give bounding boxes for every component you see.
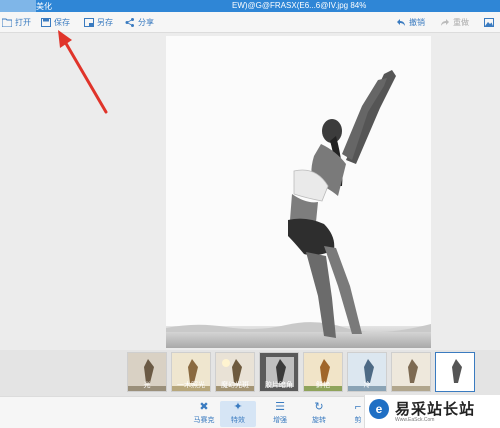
- image-icon: [484, 18, 494, 27]
- undo-button[interactable]: 撤销: [396, 16, 425, 29]
- undo-label: 撤销: [409, 18, 425, 27]
- save-icon: [41, 18, 51, 27]
- app-name: 美化: [36, 2, 52, 11]
- site-logo-icon: e: [369, 399, 389, 419]
- site-watermark: e 易采站长站 Www.EaSck.Com: [364, 395, 500, 428]
- mosaic-icon: ✖: [199, 401, 209, 413]
- edited-photo[interactable]: [166, 36, 431, 348]
- share-label: 分享: [138, 18, 154, 27]
- save-label: 保存: [54, 18, 70, 27]
- filter-label: 冷: [363, 382, 371, 389]
- filter-strip: 光 一木照光 魔幻光斑 胶片暗角 鲜艳 冷: [0, 350, 500, 396]
- effects-label: 特效: [231, 417, 245, 424]
- filter-thumb[interactable]: 魔幻光斑: [215, 352, 255, 392]
- mosaic-button[interactable]: ✖ 马赛克: [186, 401, 222, 427]
- filter-thumb[interactable]: 冷: [347, 352, 387, 392]
- image-view-button[interactable]: [484, 16, 497, 29]
- rotate-button[interactable]: ↻ 旋转: [301, 401, 337, 427]
- sliders-icon: ☰: [275, 401, 285, 413]
- enhance-button[interactable]: ☰ 增强: [262, 401, 298, 427]
- effects-button[interactable]: ✦ 特效: [220, 401, 256, 427]
- top-toolbar: 打开 保存 另存 分享 撤销 重做: [0, 12, 500, 33]
- redo-icon: [441, 19, 449, 26]
- filter-label: 一木照光: [177, 382, 205, 389]
- share-icon: [125, 18, 134, 27]
- undo-icon: [397, 19, 405, 26]
- rotate-label: 旋转: [312, 417, 326, 424]
- save-as-icon: [84, 18, 94, 27]
- window-title: EW)@G@FRASX(E6...6@IV.jpg 84%: [232, 1, 367, 10]
- filter-thumb[interactable]: 光: [127, 352, 167, 392]
- site-name: 易采站长站: [395, 401, 476, 418]
- open-button[interactable]: 打开: [2, 16, 31, 29]
- save-as-label: 另存: [97, 18, 113, 27]
- yoga-figure-image: [166, 36, 431, 348]
- redo-label: 重做: [453, 18, 469, 27]
- save-as-button[interactable]: 另存: [84, 16, 113, 29]
- filter-thumb[interactable]: 鲜艳: [303, 352, 343, 392]
- mosaic-label: 马赛克: [193, 417, 215, 424]
- site-url: Www.EaSck.Com: [395, 417, 435, 423]
- magic-wand-icon: ✦: [233, 401, 243, 413]
- filter-label: 鲜艳: [316, 382, 330, 389]
- share-button[interactable]: 分享: [125, 16, 154, 29]
- enhance-label: 增强: [273, 417, 287, 424]
- canvas-area: [0, 33, 500, 350]
- title-bar: 美化 EW)@G@FRASX(E6...6@IV.jpg 84%: [0, 0, 500, 12]
- open-label: 打开: [15, 18, 31, 27]
- filter-thumb[interactable]: [391, 352, 431, 392]
- filter-label: 胶片暗角: [265, 382, 293, 389]
- filter-thumb[interactable]: 一木照光: [171, 352, 211, 392]
- filter-thumb[interactable]: 胶片暗角: [259, 352, 299, 392]
- filter-label: 光: [143, 382, 151, 389]
- filter-thumb-selected[interactable]: [435, 352, 475, 392]
- save-button[interactable]: 保存: [41, 16, 70, 29]
- app-logo: [0, 0, 36, 12]
- filter-label: 魔幻光斑: [221, 382, 249, 389]
- folder-icon: [2, 18, 12, 27]
- rotate-icon: ↻: [314, 401, 324, 413]
- redo-button[interactable]: 重做: [440, 16, 469, 29]
- crop-icon: ⌐: [354, 401, 362, 413]
- filter-preview-image: [436, 353, 474, 391]
- filter-preview-image: [392, 353, 430, 391]
